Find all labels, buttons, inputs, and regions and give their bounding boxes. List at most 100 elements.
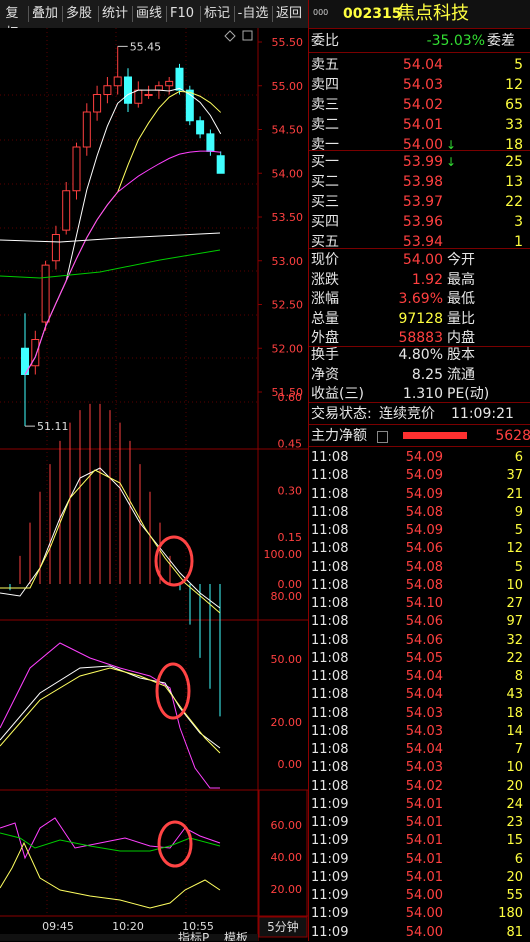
tick-time: 11:09: [311, 833, 349, 849]
tick-row: 11:08 54.02 20: [309, 777, 530, 796]
quote-row: 总量 97128 量比: [309, 309, 530, 329]
bids-price: 53.94: [402, 234, 443, 250]
tick-volume: 43: [506, 687, 523, 703]
tick-price: 54.04: [405, 687, 443, 703]
tick-row: 11:08 54.04 8: [309, 667, 530, 686]
down-arrow-icon: ↓: [446, 155, 457, 169]
tick-volume: 55: [506, 888, 523, 903]
tick-row: 11:09 54.01 6: [309, 850, 530, 869]
price-tick-label: 54.00: [272, 167, 304, 180]
candle: [124, 76, 132, 104]
asks-price: 54.04: [402, 57, 443, 73]
divider: [309, 424, 530, 425]
tick-row: 11:08 54.04 7: [309, 740, 530, 759]
tick-row: 11:08 54.06 32: [309, 631, 530, 650]
price-tick-label: 55.50: [272, 36, 304, 49]
quote-label2: 今开: [447, 252, 475, 268]
quote2-value: 4.80%: [398, 347, 443, 363]
quote-value: 54.00: [402, 252, 443, 268]
divider: [309, 248, 530, 249]
tick-time: 11:08: [311, 486, 349, 502]
tick-volume: 6: [514, 450, 523, 465]
bids-row: 买四 53.96 3: [309, 212, 530, 232]
tick-time: 11:08: [311, 742, 349, 757]
candle: [175, 67, 184, 91]
tick-volume: 32: [506, 632, 523, 648]
status-label: 交易状态:: [311, 406, 372, 422]
bids-row: 买一 53.99 ↓ 25: [309, 152, 530, 172]
bids-label: 买一: [311, 154, 339, 170]
tick-price: 54.01: [405, 851, 443, 867]
toolbar-btn-1[interactable]: 叠加: [30, 4, 60, 24]
tick-row: 11:08 54.08 5: [309, 558, 530, 577]
tick-volume: 21: [506, 486, 523, 502]
tick-price: 54.02: [405, 778, 443, 794]
tick-row: 11:08 54.09 5: [309, 521, 530, 540]
tick-volume: 18: [506, 705, 523, 721]
candle: [93, 94, 102, 113]
tick-volume: 97: [506, 614, 523, 630]
weibi-label: 委比: [311, 33, 339, 49]
tick-row: 11:08 54.03 10: [309, 758, 530, 777]
macd-tick-label: 0.45: [278, 438, 303, 451]
tick-time: 11:08: [311, 504, 349, 520]
divider: [309, 150, 530, 151]
tick-time: 11:08: [311, 778, 349, 794]
tick-volume: 10: [506, 760, 523, 776]
tick-row: 11:08 54.09 37: [309, 466, 530, 485]
toolbar-btn-5[interactable]: F10: [168, 4, 196, 24]
tick-time: 11:09: [311, 924, 349, 940]
tick-time: 11:08: [311, 559, 349, 575]
quote-row: 现价 54.00 今开: [309, 250, 530, 270]
macd-tick-label: 0.60: [278, 391, 303, 404]
tick-price: 54.09: [405, 450, 443, 465]
bids-price: 53.98: [402, 174, 443, 190]
toolbar: 复权叠加多股统计画线F10 标记-自选返回: [0, 0, 308, 41]
toolbar-btn-3[interactable]: 统计: [100, 4, 130, 24]
kdj-tick-label: 0.00: [278, 758, 303, 771]
asks-label: 卖二: [311, 117, 339, 133]
bids-label: 买四: [311, 214, 339, 230]
status-value: 连续竞价: [379, 406, 435, 422]
weibi-value: -35.03%: [426, 33, 485, 49]
toolbar-btn-6[interactable]: 标记: [202, 4, 232, 24]
bottom-tab[interactable]: 模板: [224, 931, 248, 941]
tick-time: 11:08: [311, 687, 349, 703]
price-tick-label: 52.50: [272, 299, 304, 312]
tick-volume: 5: [514, 559, 523, 575]
tick-row: 11:08 54.06 97: [309, 612, 530, 631]
tick-volume: 5: [514, 523, 523, 538]
kline-chart[interactable]: 55.50 55.00 54.50 54.00 53.50 53.00 52.50 52.00…: [0, 28, 308, 941]
candle: [41, 264, 50, 323]
tick-price: 54.09: [405, 468, 443, 484]
toolbar-divider: [28, 6, 29, 22]
period-label: 5分钟: [267, 919, 299, 934]
tick-time: 11:08: [311, 468, 349, 484]
toolbar-btn-2[interactable]: 多股: [64, 4, 94, 24]
toolbar-btn-0[interactable]: 复权: [0, 4, 24, 41]
bids-label: 买五: [311, 234, 339, 250]
candle: [154, 85, 163, 91]
divider: [309, 402, 530, 403]
tick-volume: 20: [506, 778, 523, 794]
quote2-row: 净资 8.25 流通: [309, 365, 530, 385]
price-tick-label: 53.00: [272, 255, 304, 268]
tick-time: 11:08: [311, 669, 349, 684]
toolbar-btn-4[interactable]: 画线: [134, 4, 164, 24]
bids-volume: 25: [505, 154, 523, 170]
stock-name: 焦点科技: [397, 3, 469, 24]
quote-label2: 最低: [447, 291, 475, 307]
asks-row: 卖二 54.01 33: [309, 115, 530, 135]
tick-volume: 12: [506, 541, 523, 557]
tick-time: 11:08: [311, 596, 349, 611]
toolbar-btn-8[interactable]: 返回: [274, 4, 304, 24]
bottom-tab[interactable]: 指标P: [178, 930, 209, 941]
tick-volume: 22: [506, 650, 523, 666]
tick-time: 11:09: [311, 888, 349, 903]
quote-value: 1.92: [411, 271, 443, 288]
quote-row: 涨幅 3.69% 最低: [309, 289, 530, 309]
macd-tick-label: 0.15: [278, 531, 303, 544]
kdj-tick-label: 100.00: [264, 548, 303, 561]
tick-row: 11:09 54.00 55: [309, 886, 530, 905]
toolbar-btn-7[interactable]: -自选: [236, 4, 270, 24]
